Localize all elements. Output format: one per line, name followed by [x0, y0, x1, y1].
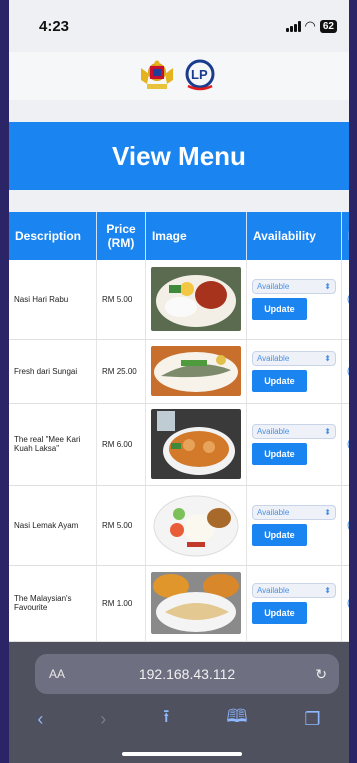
availability-value: Available [256, 281, 290, 291]
food-image [150, 267, 241, 332]
menu-table: Description Price (RM) Image Availabilit… [9, 212, 349, 642]
table-header-row: Description Price (RM) Image Availabilit… [9, 212, 349, 260]
header-edit-partial: E [341, 212, 349, 260]
item-description: The Malaysian's Favourite [9, 565, 98, 642]
update-button[interactable]: Update [251, 601, 307, 624]
item-description: Fresh dari Sungai [9, 339, 98, 404]
availability-value: Available [256, 353, 290, 363]
item-price: RM 5.00 [96, 260, 146, 340]
item-price: RM 6.00 [96, 403, 146, 486]
spacer [9, 190, 349, 212]
update-button[interactable]: Update [251, 369, 307, 392]
header-image: Image [145, 212, 247, 260]
availability-cell: Available ⬍ Update [246, 565, 342, 642]
item-image-cell [145, 403, 247, 486]
table-row: The Malaysian's Favourite RM 1.00 Availa… [9, 565, 349, 642]
chevron-updown-icon: ⬍ [324, 426, 331, 436]
chevron-updown-icon: ⬍ [324, 281, 331, 291]
food-image [150, 572, 241, 634]
edit-cell-partial: ( [341, 403, 349, 486]
item-description: The real "Mee Kari Kuah Laksa" [9, 403, 98, 486]
phone-screen: 4:23 ◠ 62 LP View Menu Description Price… [9, 0, 349, 763]
availability-cell: Available ⬍ Update [246, 339, 342, 404]
status-icons: ◠ 62 [285, 18, 337, 34]
availability-cell: Available ⬍ Update [246, 260, 342, 340]
table-row: Nasi Lemak Ayam RM 5.00 Available ⬍ Upda… [9, 485, 349, 566]
food-image [150, 346, 241, 396]
header-availability: Availability [246, 212, 342, 260]
availability-select[interactable]: Available ⬍ [251, 423, 336, 439]
signal-icon [285, 20, 301, 32]
wifi-icon: ◠ [304, 18, 316, 33]
chevron-updown-icon: ⬍ [324, 507, 331, 517]
home-indicator [122, 752, 242, 756]
url-text: 192.168.43.112 [138, 666, 236, 682]
address-bar[interactable]: AA 192.168.43.112 ↻ [35, 654, 339, 694]
item-image-cell [145, 485, 247, 566]
header-price: Price (RM) [96, 212, 146, 260]
cut-off-icon: ( [347, 366, 349, 377]
cut-off-icon: ( [347, 598, 349, 609]
availability-value: Available [256, 507, 290, 517]
item-price: RM 25.00 [96, 339, 146, 404]
browser-nav: ‹ › ⭱ 🕮 ❐ [9, 704, 349, 734]
bookmarks-icon[interactable]: 🕮 [226, 704, 247, 734]
header-logos: LP [9, 52, 349, 100]
page-title: View Menu [112, 140, 246, 171]
spacer [9, 100, 349, 122]
item-image-cell [145, 339, 247, 404]
svg-text:LP: LP [191, 67, 208, 82]
cut-off-icon: ( [347, 439, 349, 450]
availability-select[interactable]: Available ⬍ [251, 350, 336, 366]
update-button[interactable]: Update [251, 523, 307, 546]
item-image-cell [145, 260, 247, 340]
availability-value: Available [256, 585, 290, 595]
item-price: RM 5.00 [96, 485, 146, 566]
availability-value: Available [256, 426, 290, 436]
cut-off-icon: ( [347, 294, 349, 305]
availability-cell: Available ⬍ Update [246, 403, 342, 486]
battery-icon: 62 [319, 19, 337, 33]
food-image [150, 490, 241, 560]
food-image [150, 409, 241, 479]
forward-icon[interactable]: › [100, 709, 106, 730]
malaysia-crest-logo [141, 60, 173, 89]
table-row: The real "Mee Kari Kuah Laksa" RM 6.00 A… [9, 403, 349, 486]
share-icon[interactable]: ⭱ [163, 704, 169, 734]
item-description: Nasi Hari Rabu [9, 260, 98, 340]
edit-cell-partial: ( [341, 485, 349, 566]
edit-cell-partial: ( [341, 339, 349, 404]
edit-cell-partial: ( [341, 565, 349, 642]
item-image-cell [145, 565, 247, 642]
back-icon[interactable]: ‹ [37, 709, 43, 730]
availability-select[interactable]: Available ⬍ [251, 582, 336, 598]
availability-select[interactable]: Available ⬍ [251, 278, 336, 294]
header-price-label: Price (RM) [106, 222, 136, 250]
table-row: Nasi Hari Rabu RM 5.00 Available ⬍ Update [9, 260, 349, 340]
item-description: Nasi Lemak Ayam [9, 485, 98, 566]
table-row: Fresh dari Sungai RM 25.00 Available ⬍ Up… [9, 339, 349, 404]
status-time: 4:23 [39, 18, 70, 35]
page-banner: View Menu [9, 122, 349, 190]
update-button[interactable]: Update [251, 297, 307, 320]
header-description: Description [9, 212, 98, 260]
update-button[interactable]: Update [251, 442, 307, 465]
browser-toolbar: AA 192.168.43.112 ↻ ‹ › ⭱ 🕮 ❐ [9, 642, 349, 763]
availability-select[interactable]: Available ⬍ [251, 504, 336, 520]
reload-icon[interactable]: ↻ [315, 666, 327, 683]
item-price: RM 1.00 [96, 565, 146, 642]
chevron-updown-icon: ⬍ [324, 353, 331, 363]
lp-logo: LP [185, 59, 215, 91]
cut-off-icon: ( [347, 520, 349, 531]
tabs-icon[interactable]: ❐ [304, 709, 320, 730]
status-bar: 4:23 ◠ 62 [9, 0, 349, 52]
chevron-updown-icon: ⬍ [324, 585, 331, 595]
edit-cell-partial: ( [341, 260, 349, 340]
reader-options-button[interactable]: AA [49, 667, 65, 681]
availability-cell: Available ⬍ Update [246, 485, 342, 566]
